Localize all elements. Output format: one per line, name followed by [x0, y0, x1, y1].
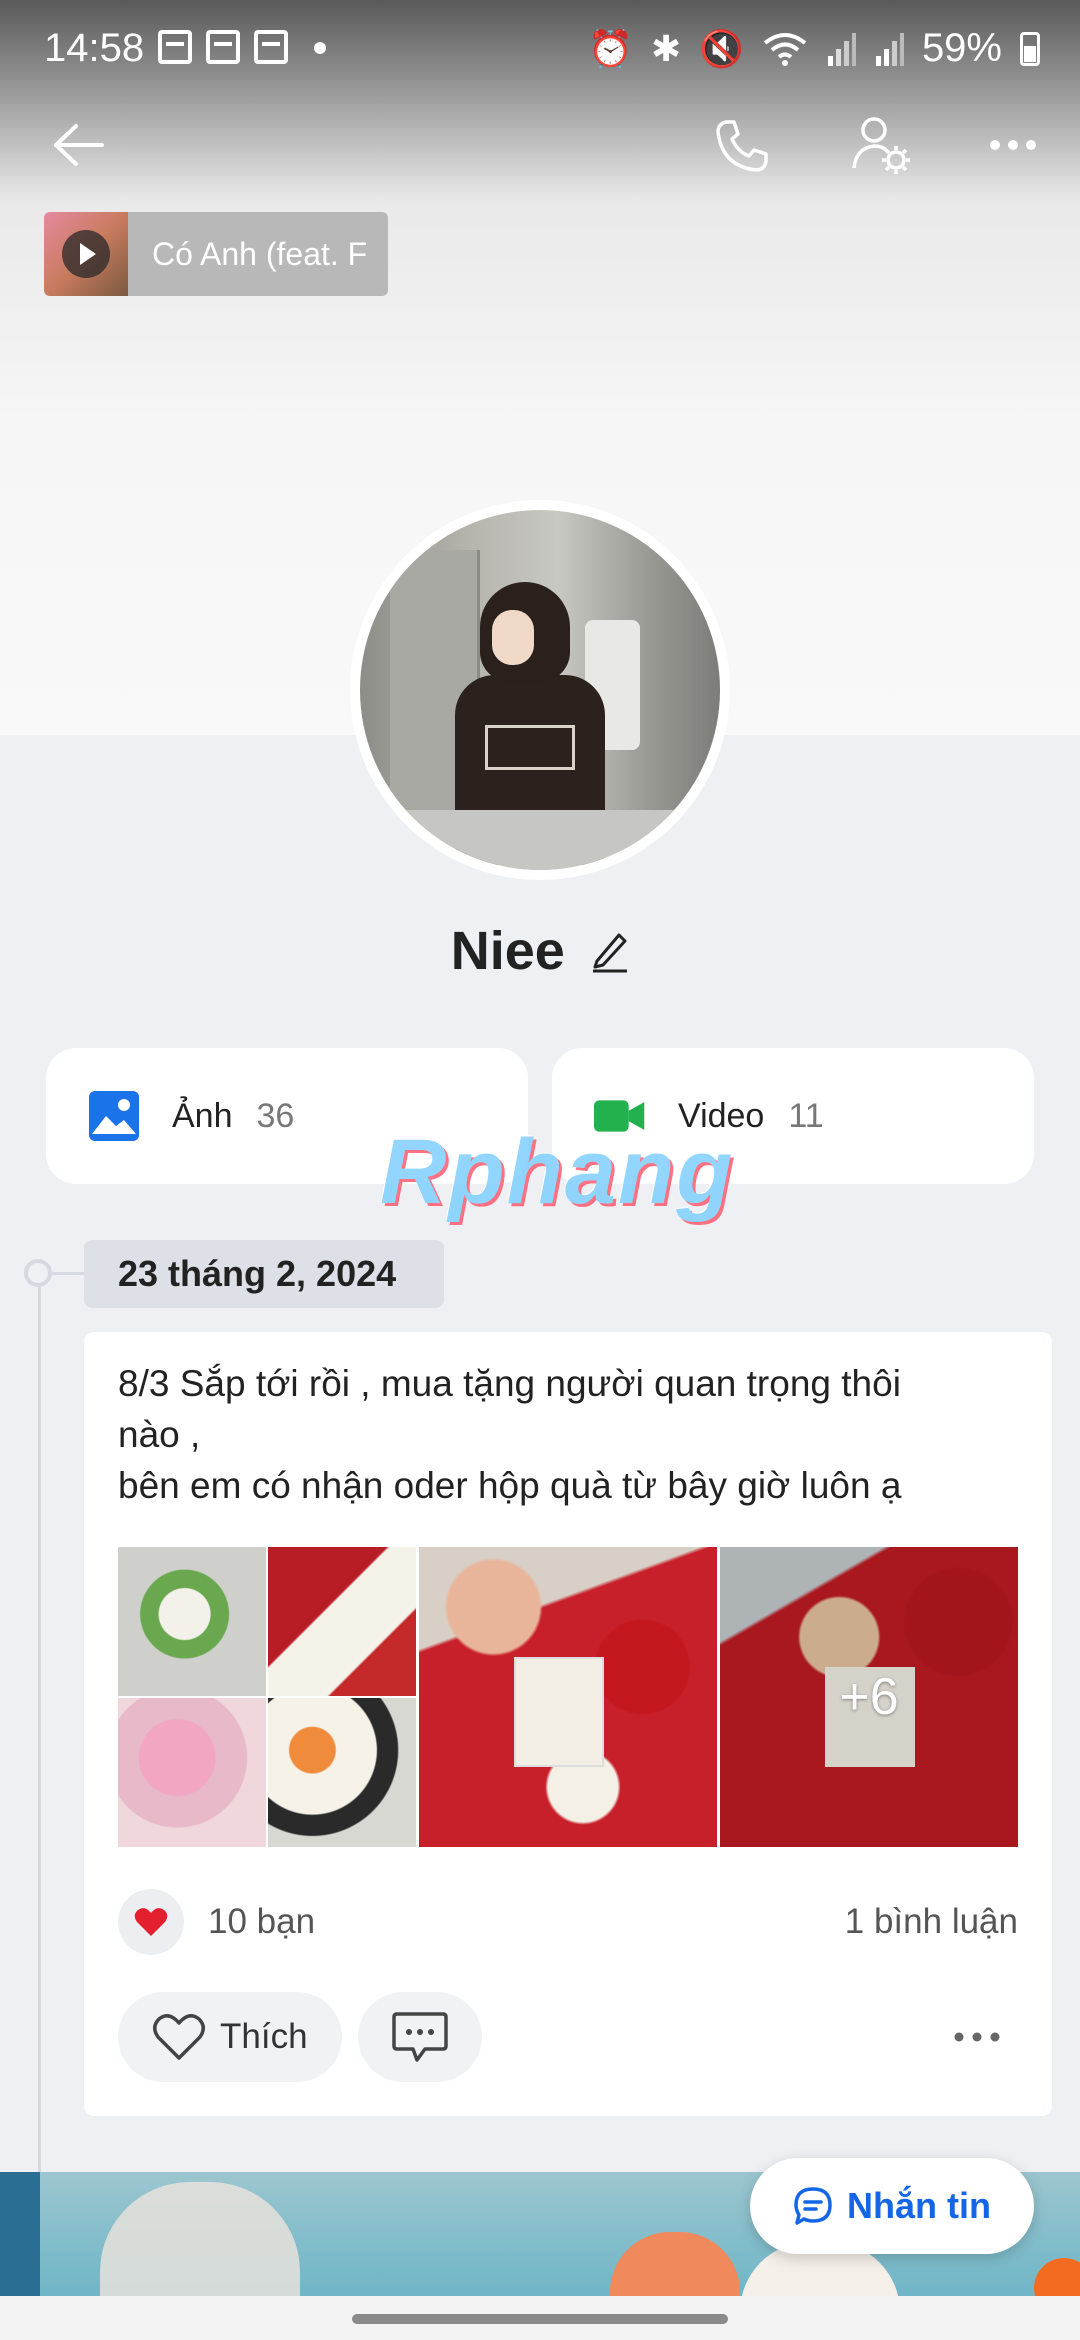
top-bar	[0, 100, 1080, 190]
watermark-logo: Rphang	[380, 1121, 735, 1223]
calendar-icon	[254, 30, 288, 64]
message-label: Nhắn tin	[847, 2185, 991, 2226]
status-system-icons: ⏰ ✱ 🔇 59%	[588, 26, 1040, 71]
post-date: 23 tháng 2, 2024	[84, 1240, 444, 1308]
status-time: 14:58	[44, 26, 145, 70]
gallery-icon	[206, 30, 240, 64]
phone-icon[interactable]	[712, 116, 772, 176]
like-label: Thích	[220, 2017, 308, 2056]
photos-label: Ảnh	[172, 1096, 233, 1135]
post-reactions: 10 bạn 1 bình luận	[118, 1887, 1018, 1957]
post-text: 8/3 Sắp tới rồi , mua tặng người quan tr…	[118, 1358, 1028, 1511]
heart-outline-icon	[153, 2014, 205, 2060]
signal-icon	[827, 32, 856, 66]
music-cover	[44, 212, 128, 296]
user-settings-icon[interactable]	[848, 112, 912, 176]
profile-name: Niee	[450, 921, 565, 981]
gift-box-card	[514, 1657, 604, 1767]
reaction-count[interactable]: 10 bạn	[208, 1902, 315, 1942]
post-photo-gallery: +6	[118, 1547, 1018, 1847]
back-arrow-icon[interactable]	[50, 122, 106, 168]
wifi-icon	[763, 32, 807, 66]
avatar-face	[492, 610, 534, 665]
comment-button[interactable]	[358, 1992, 482, 2082]
post-photo-more[interactable]: +6	[720, 1547, 1018, 1847]
post-actions: Thích	[118, 1992, 1018, 2082]
play-icon[interactable]	[62, 230, 110, 278]
music-title: Có Anh (feat. F	[152, 235, 368, 272]
calendar-icon	[158, 30, 192, 64]
post-text-line: 8/3 Sắp tới rồi , mua tặng người quan tr…	[118, 1363, 901, 1404]
timeline-dot	[24, 1259, 52, 1287]
comment-icon	[392, 2012, 448, 2062]
like-button[interactable]: Thích	[118, 1992, 342, 2082]
more-photos-count: +6	[720, 1547, 1018, 1847]
mute-icon: 🔇	[699, 27, 744, 69]
heart-reaction-icon[interactable]	[118, 1889, 184, 1955]
chat-bubble-icon	[794, 2187, 832, 2225]
gift-photo-thumb	[268, 1698, 416, 1847]
gift-photo-thumb	[118, 1698, 266, 1847]
message-button[interactable]: Nhắn tin	[750, 2158, 1034, 2254]
videos-count: 11	[788, 1096, 824, 1135]
status-bar: 14:58 ⏰ ✱ 🔇 59%	[0, 0, 1080, 100]
photo-icon	[89, 1091, 139, 1141]
edit-pencil-icon[interactable]	[589, 929, 629, 973]
bluetooth-icon: ✱	[650, 27, 682, 69]
timeline-connector	[52, 1272, 84, 1275]
post-text-line: bên em có nhận oder hộp quà từ bây giờ l…	[118, 1465, 902, 1506]
post-text-line: nào ,	[118, 1414, 201, 1455]
photos-count: 36	[256, 1096, 295, 1135]
battery-icon	[1020, 31, 1040, 66]
comment-count[interactable]: 1 bình luận	[845, 1902, 1018, 1942]
avatar-shirt-print	[485, 725, 575, 770]
alarm-icon: ⏰	[588, 27, 633, 69]
post-photo[interactable]	[118, 1547, 416, 1847]
more-notifications-dot-icon	[314, 42, 326, 54]
post-card: 8/3 Sắp tới rồi , mua tặng người quan tr…	[84, 1332, 1052, 2116]
battery-percent: 59%	[921, 26, 1002, 70]
more-options-icon[interactable]	[988, 130, 1038, 160]
post-photo[interactable]	[419, 1547, 717, 1847]
home-indicator[interactable]	[352, 2314, 728, 2324]
avatar-sink	[400, 810, 690, 870]
profile-music-player[interactable]: Có Anh (feat. F	[44, 212, 388, 296]
avatar[interactable]	[350, 500, 730, 880]
gift-photo-thumb	[118, 1547, 266, 1696]
gift-photo-thumb	[268, 1547, 416, 1696]
post-more-options-icon[interactable]	[952, 2027, 1002, 2047]
signal-icon	[875, 32, 904, 66]
profile-name-row: Niee	[0, 920, 1080, 982]
heart-icon	[134, 1908, 168, 1936]
avatar-photo	[360, 510, 720, 870]
status-notification-icons	[158, 30, 326, 64]
